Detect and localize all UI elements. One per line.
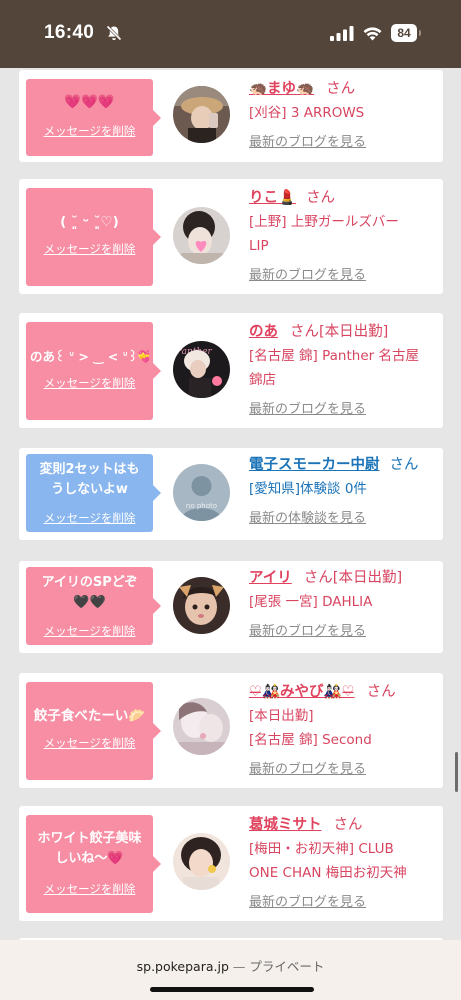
latest-blog-link[interactable]: 最新のブログを見る: [249, 131, 439, 150]
message-text: ホワイト餃子美味: [37, 831, 142, 846]
delete-message-link[interactable]: メッセージを削除: [26, 375, 153, 391]
profile-name-link[interactable]: 電子スモーカー中尉: [249, 457, 380, 473]
message-bubble: ホワイト餃子美味 しいね〜💗 メッセージを削除: [26, 815, 161, 913]
message-card: 💗💗💗 メッセージを削除 🦔まゆ🦔 さん [刈谷] 3 ARROWS 最新のブログ…: [19, 70, 443, 162]
shop-line: [刈谷] 3 ARROWS: [249, 105, 365, 121]
battery-level: 84: [391, 24, 417, 42]
url-text: sp.pokepara.jp: [136, 959, 229, 974]
latest-blog-link[interactable]: 最新のブログを見る: [249, 398, 439, 417]
message-bubble: のあ꒰ ᐡ > ‿ < ᐡ꒱💝 メッセージを削除: [26, 322, 161, 420]
profile-name-link[interactable]: 葛城ミサト: [249, 817, 322, 833]
shop-line: [名古屋 錦] Second: [249, 732, 372, 748]
honorific: さん: [306, 190, 336, 206]
working-today-tag: [本日出勤]: [319, 324, 389, 340]
address-bar[interactable]: sp.pokepara.jp — プライベート: [0, 956, 461, 975]
latest-review-link[interactable]: 最新の体験談を見る: [249, 507, 449, 526]
shop-line: [名古屋 錦] Panther 名古屋: [249, 348, 419, 364]
profile-info: ♡̶🎎みやび🎎♡̶ さん [本日出勤] [名古屋 錦] Second 最新のブログ…: [249, 680, 439, 777]
shop-line: LIP: [249, 238, 269, 254]
profile-info: りこ💄 さん [上野] 上野ガールズバー LIP 最新のブログを見る: [249, 186, 439, 283]
bell-muted-icon: [106, 25, 122, 41]
delete-message-link[interactable]: メッセージを削除: [26, 881, 153, 897]
profile-info: 🦔まゆ🦔 さん [刈谷] 3 ARROWS 最新のブログを見る: [249, 77, 439, 150]
honorific: さん: [303, 570, 333, 586]
delete-message-link[interactable]: メッセージを削除: [26, 241, 153, 257]
message-bubble: 餃子食べたーい🥟 メッセージを削除: [26, 682, 161, 780]
message-card: アイリのSPどぞ 🖤🖤 メッセージを削除 アイリ さん[本日出勤] [尾張 一宮]…: [19, 561, 443, 653]
private-mode-label: プライベート: [249, 959, 325, 974]
message-text: 餃子食べたーい🥟: [33, 708, 146, 724]
profile-name-link[interactable]: 🦔まゆ🦔: [249, 81, 314, 97]
avatar-image[interactable]: [173, 698, 230, 755]
honorific: さん: [333, 817, 363, 833]
profile-name-link[interactable]: のあ: [249, 324, 278, 340]
honorific: さん: [366, 684, 396, 700]
home-indicator[interactable]: [150, 987, 314, 992]
message-bubble: ( ˘͈ ᵕ ˘͈♡) メッセージを削除: [26, 188, 161, 286]
browser-bottom-bar: sp.pokepara.jp — プライベート: [0, 940, 461, 1000]
profile-info: 電子スモーカー中尉 さん [愛知県]体験談 0件 最新の体験談を見る: [249, 453, 449, 526]
message-text: のあ꒰ ᐡ > ‿ < ᐡ꒱💝: [30, 349, 149, 364]
delete-message-link[interactable]: メッセージを削除: [26, 123, 153, 139]
message-text: 💗💗💗: [64, 94, 115, 110]
latest-blog-link[interactable]: 最新のブログを見る: [249, 758, 439, 777]
message-text: アイリのSPどぞ: [41, 575, 138, 590]
latest-blog-link[interactable]: 最新のブログを見る: [249, 891, 443, 910]
url-separator: —: [232, 959, 246, 974]
profile-info: のあ さん[本日出勤] [名古屋 錦] Panther 名古屋 錦店 最新のブログ…: [249, 320, 439, 417]
shop-line: 錦店: [249, 372, 276, 388]
message-text: うしないよw: [51, 482, 128, 497]
profile-name-link[interactable]: アイリ: [249, 570, 292, 586]
delete-message-link[interactable]: メッセージを削除: [26, 623, 153, 639]
avatar-image[interactable]: [173, 86, 230, 143]
avatar-image[interactable]: Panther: [173, 341, 230, 398]
shop-line: [梅田・お初天神] CLUB: [249, 841, 394, 857]
profile-info: 葛城ミサト さん [梅田・お初天神] CLUB ONE CHAN 梅田お初天神 最…: [249, 813, 443, 910]
profile-name-link[interactable]: りこ💄: [249, 190, 296, 206]
delete-message-link[interactable]: メッセージを削除: [26, 510, 153, 526]
honorific: さん: [290, 324, 319, 340]
scrollbar[interactable]: [455, 752, 458, 792]
shop-line: [上野] 上野ガールズバー: [249, 214, 399, 230]
message-card: 変則2セットはも うしないよw メッセージを削除 no photo 電子スモーカ…: [19, 448, 443, 540]
status-bar: 16:40 84: [0, 0, 461, 68]
working-today-tag: [本日出勤]: [332, 570, 403, 586]
honorific: さん: [326, 81, 356, 97]
message-bubble: 💗💗💗 メッセージを削除: [26, 79, 161, 156]
avatar-image[interactable]: [173, 833, 230, 890]
shop-line: [尾張 一宮] DAHLIA: [249, 594, 373, 610]
status-time: 16:40: [44, 22, 95, 43]
message-card: 餃子食べたーい🥟 メッセージを削除 ♡̶🎎みやび🎎♡̶ さん [本日出勤] [名古…: [19, 673, 443, 788]
avatar-no-photo[interactable]: no photo: [173, 464, 230, 521]
shop-line: [本日出勤]: [249, 708, 314, 724]
message-text: 変則2セットはも: [39, 462, 140, 477]
latest-blog-link[interactable]: 最新のブログを見る: [249, 620, 439, 639]
cellular-signal-icon: [330, 26, 354, 41]
latest-blog-link[interactable]: 最新のブログを見る: [249, 264, 439, 283]
message-card: ( ˘͈ ᵕ ˘͈♡) メッセージを削除 りこ💄 さん [上野] 上野ガールズバー…: [19, 179, 443, 294]
message-text: ( ˘͈ ᵕ ˘͈♡): [60, 214, 119, 230]
profile-info: アイリ さん[本日出勤] [尾張 一宮] DAHLIA 最新のブログを見る: [249, 566, 439, 639]
battery-tip: [419, 30, 421, 36]
message-text: しいね〜💗: [55, 851, 124, 866]
wifi-icon: [363, 27, 382, 41]
honorific: さん: [389, 457, 419, 473]
message-text: 🖤🖤: [73, 595, 106, 610]
avatar-image[interactable]: [173, 207, 230, 264]
no-photo-label: no photo: [186, 502, 217, 510]
message-bubble: アイリのSPどぞ 🖤🖤 メッセージを削除: [26, 567, 161, 645]
message-card: ホワイト餃子美味 しいね〜💗 メッセージを削除 葛城ミサト さん [梅田・お初天神…: [19, 806, 443, 921]
profile-name-link[interactable]: ♡̶🎎みやび🎎♡̶: [249, 684, 355, 700]
shop-line: [愛知県]体験談 0件: [249, 481, 367, 497]
avatar-image[interactable]: [173, 577, 230, 634]
shop-line: ONE CHAN 梅田お初天神: [249, 865, 407, 881]
message-bubble: 変則2セットはも うしないよw メッセージを削除: [26, 454, 161, 532]
delete-message-link[interactable]: メッセージを削除: [26, 735, 153, 751]
message-feed[interactable]: 💗💗💗 メッセージを削除 🦔まゆ🦔 さん [刈谷] 3 ARROWS 最新のブログ…: [0, 68, 461, 940]
message-card: のあ꒰ ᐡ > ‿ < ᐡ꒱💝 メッセージを削除 Panther のあさん[本日…: [19, 313, 443, 428]
